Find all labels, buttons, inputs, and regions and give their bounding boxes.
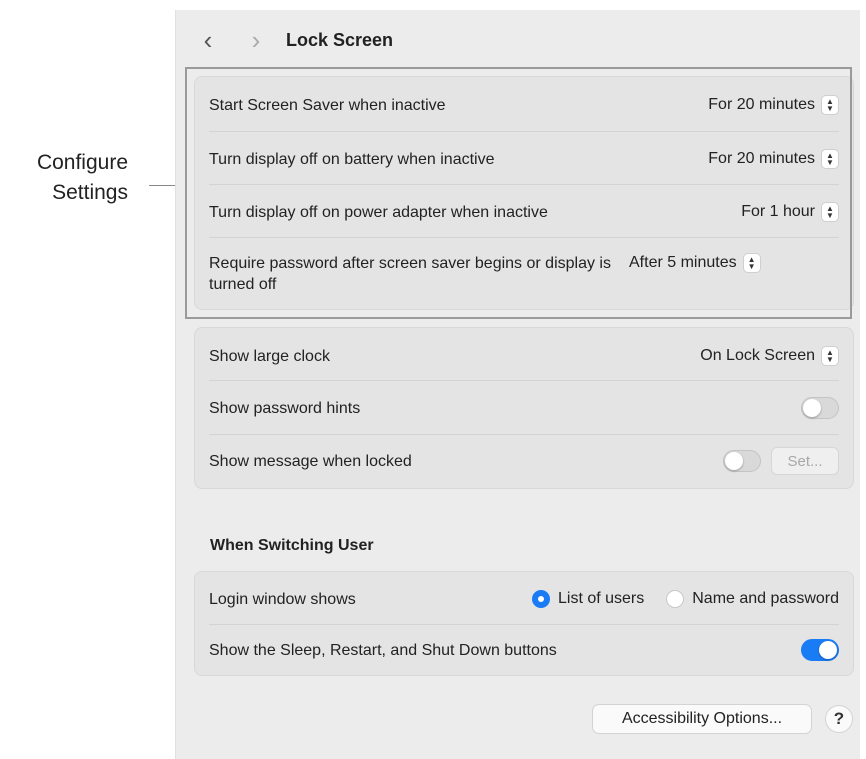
callout-line2: Settings [52,181,128,204]
toggle-knob [803,399,821,417]
display-battery-row: Turn display off on battery when inactiv… [209,145,839,173]
password-hints-toggle[interactable] [801,397,839,419]
screen-saver-popup[interactable]: For 20 minutes ▲ ▼ [708,95,839,115]
row-label: Show message when locked [209,452,412,470]
popup-value: For 20 minutes [708,96,815,113]
row-label: Turn display off on battery when inactiv… [209,150,495,168]
radio-label: List of users [557,590,645,607]
row-label: Start Screen Saver when inactive [209,96,446,114]
divider [209,237,839,238]
divider [209,131,839,132]
help-icon[interactable]: ? [825,705,853,733]
section-title: When Switching User [210,537,374,554]
timing-settings-group: Start Screen Saver when inactive For 20 … [194,76,854,310]
display-power-row: Turn display off on power adapter when i… [209,198,839,226]
login-window-row: Login window shows List of users Name an… [209,584,839,614]
sleep-buttons-toggle[interactable] [801,639,839,661]
back-icon[interactable]: ‹ [194,25,222,55]
large-clock-popup[interactable]: On Lock Screen ▲ ▼ [700,346,839,366]
row-label: Show large clock [209,347,330,365]
message-locked-row: Show message when locked Set... [209,446,839,476]
row-label: Require password after screen saver begi… [209,255,611,293]
callout-line1: Configure [36,151,128,174]
require-password-row: Require password after screen saver begi… [209,249,839,299]
popup-value: For 1 hour [741,203,815,220]
set-message-button[interactable]: Set... [771,447,839,475]
toggle-knob [819,641,837,659]
popup-value: On Lock Screen [700,347,815,364]
divider [209,624,839,625]
radio-list-of-users[interactable]: List of users [531,590,645,608]
chevron-updown-icon: ▲ ▼ [821,149,839,169]
callout-label: Configure Settings [10,148,128,208]
row-label: Turn display off on power adapter when i… [209,203,548,221]
toolbar: ‹ › Lock Screen [176,10,860,70]
sleep-buttons-row: Show the Sleep, Restart, and Shut Down b… [209,635,839,665]
accessibility-options-button[interactable]: Accessibility Options... [592,704,812,734]
divider [209,184,839,185]
toggle-knob [725,452,743,470]
message-locked-toggle[interactable] [723,450,761,472]
popup-value: After 5 minutes [629,254,737,271]
radio-button[interactable] [666,590,685,608]
divider [209,434,839,435]
chevron-updown-icon: ▲ ▼ [821,346,839,366]
require-password-popup[interactable]: After 5 minutes ▲ ▼ [629,253,761,273]
login-window-radio-group: List of users Name and password [510,590,839,608]
chevron-updown-icon: ▲ ▼ [821,95,839,115]
forward-icon[interactable]: › [242,25,270,55]
radio-name-and-password[interactable]: Name and password [666,590,839,608]
radio-button[interactable] [531,590,550,608]
radio-label: Name and password [692,590,839,607]
row-label: Show password hints [209,399,361,417]
row-label: Show the Sleep, Restart, and Shut Down b… [209,641,557,659]
switching-user-group: Login window shows List of users Name an… [194,571,854,676]
display-power-popup[interactable]: For 1 hour ▲ ▼ [741,202,839,222]
page-title: Lock Screen [286,29,394,50]
divider [209,380,839,381]
screenshot: Configure Settings ‹ › Lock Screen Start… [0,0,866,759]
popup-value: For 20 minutes [708,150,815,167]
display-battery-popup[interactable]: For 20 minutes ▲ ▼ [708,149,839,169]
chevron-updown-icon: ▲ ▼ [742,253,761,273]
display-options-group: Show large clock On Lock Screen ▲ ▼ Show … [194,327,854,489]
screen-saver-row: Start Screen Saver when inactive For 20 … [209,91,839,119]
chevron-updown-icon: ▲ ▼ [821,202,839,222]
large-clock-row: Show large clock On Lock Screen ▲ ▼ [209,342,839,370]
password-hints-row: Show password hints [209,394,839,422]
row-label: Login window shows [209,590,356,608]
